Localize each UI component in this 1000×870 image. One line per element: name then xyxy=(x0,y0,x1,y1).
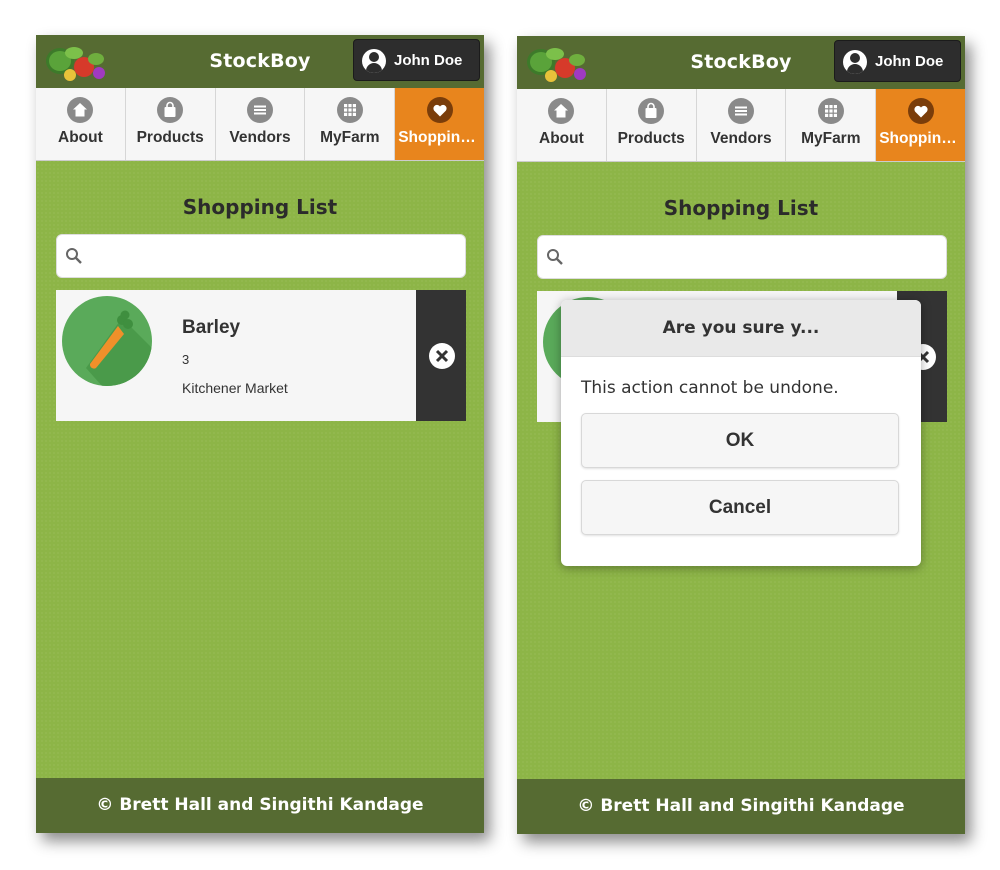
list-icon xyxy=(727,98,754,124)
phone-screen-right: StockBoy John Doe About Products Vendors xyxy=(517,36,965,834)
dialog-title: Are you sure y... xyxy=(561,300,921,357)
item-name: Barley xyxy=(182,317,241,338)
tab-shopping-list[interactable]: Shopping List xyxy=(395,88,484,160)
carrot-icon xyxy=(62,296,152,386)
nav-bar: About Products Vendors MyFarm Shopping L… xyxy=(36,88,484,161)
shopping-bag-icon xyxy=(157,97,184,123)
tab-label: MyFarm xyxy=(801,130,861,147)
list-item[interactable]: Barley 3 Kitchener Market xyxy=(56,290,466,421)
shopping-bag-icon xyxy=(638,98,665,124)
item-quantity: 3 xyxy=(182,352,190,367)
tab-products[interactable]: Products xyxy=(607,89,697,161)
confirm-dialog: Are you sure y... This action cannot be … xyxy=(561,300,921,566)
tab-shopping-list[interactable]: Shopping List xyxy=(876,89,965,161)
user-account-button[interactable]: John Doe xyxy=(353,39,480,81)
home-icon xyxy=(548,98,575,124)
search-icon xyxy=(66,248,82,264)
grid-icon xyxy=(817,98,844,124)
home-icon xyxy=(67,97,94,123)
search-icon xyxy=(547,249,563,265)
tab-label: Vendors xyxy=(229,129,291,146)
user-account-button[interactable]: John Doe xyxy=(834,40,961,82)
tab-label: Products xyxy=(617,130,685,147)
tab-products[interactable]: Products xyxy=(126,88,216,160)
tab-label: About xyxy=(539,130,584,147)
page-title: Shopping List xyxy=(182,195,338,219)
search-input[interactable] xyxy=(537,235,947,279)
tab-vendors[interactable]: Vendors xyxy=(697,89,787,161)
tab-label: Vendors xyxy=(710,130,772,147)
tab-vendors[interactable]: Vendors xyxy=(216,88,306,160)
footer: © Brett Hall and Singithi Kandage xyxy=(36,778,484,833)
list-icon xyxy=(246,97,273,123)
user-icon xyxy=(843,50,867,74)
app-header: StockBoy John Doe xyxy=(36,35,484,88)
item-vendor: Kitchener Market xyxy=(182,380,288,396)
dialog-message: This action cannot be undone. xyxy=(581,378,839,398)
tab-myfarm[interactable]: MyFarm xyxy=(786,89,877,161)
grid-icon xyxy=(336,97,363,123)
tab-label: MyFarm xyxy=(320,129,380,146)
page-title: Shopping List xyxy=(663,196,819,220)
tab-about[interactable]: About xyxy=(36,88,126,160)
ok-button[interactable]: OK xyxy=(581,413,899,468)
tab-myfarm[interactable]: MyFarm xyxy=(305,88,396,160)
search-input[interactable] xyxy=(56,234,466,278)
user-name: John Doe xyxy=(875,53,944,70)
phone-screen-left: StockBoy John Doe About Products Vendors xyxy=(36,35,484,833)
footer: © Brett Hall and Singithi Kandage xyxy=(517,779,965,834)
tab-about[interactable]: About xyxy=(517,89,607,161)
tab-label: Shopping List xyxy=(398,129,484,146)
cancel-button[interactable]: Cancel xyxy=(581,480,899,535)
heart-icon xyxy=(907,98,934,124)
close-icon xyxy=(429,343,455,369)
tab-label: Shopping List xyxy=(879,130,965,147)
app-header: StockBoy John Doe xyxy=(517,36,965,89)
delete-item-button[interactable] xyxy=(416,290,466,421)
tab-label: Products xyxy=(136,129,204,146)
nav-bar: About Products Vendors MyFarm Shopping L… xyxy=(517,89,965,162)
tab-label: About xyxy=(58,129,103,146)
user-icon xyxy=(362,49,386,73)
heart-icon xyxy=(426,97,453,123)
user-name: John Doe xyxy=(394,52,463,69)
